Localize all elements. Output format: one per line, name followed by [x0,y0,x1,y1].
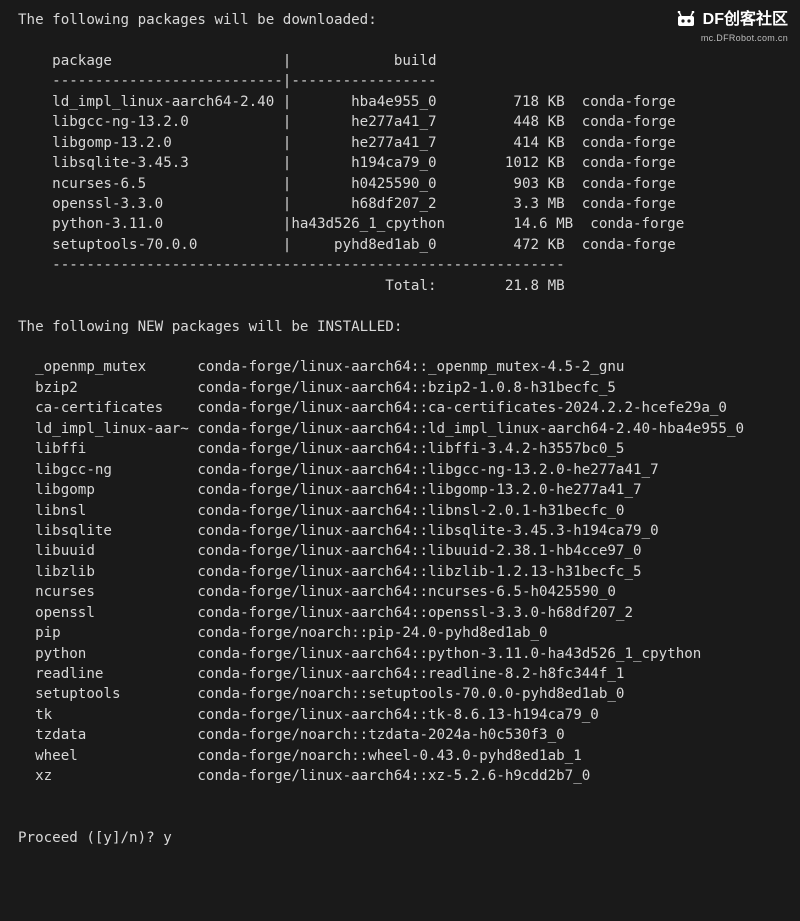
download-row: openssl-3.3.0 | h68df207_2 3.3 MB conda-… [18,194,800,214]
robot-icon [675,11,697,29]
table-header: package | build [18,51,800,71]
install-row: tk conda-forge/linux-aarch64::tk-8.6.13-… [18,705,800,725]
install-row: libgomp conda-forge/linux-aarch64::libgo… [18,480,800,500]
table-divider-top: ---------------------------|------------… [18,71,800,91]
install-row: libgcc-ng conda-forge/linux-aarch64::lib… [18,460,800,480]
install-row: libsqlite conda-forge/linux-aarch64::lib… [18,521,800,541]
install-row: xz conda-forge/linux-aarch64::xz-5.2.6-h… [18,766,800,786]
install-row: libzlib conda-forge/linux-aarch64::libzl… [18,562,800,582]
proceed-line: Proceed ([y]/n)? y [18,828,800,848]
download-row: ncurses-6.5 | h0425590_0 903 KB conda-fo… [18,174,800,194]
terminal-screen[interactable]: DF创客社区 mc.DFRobot.com.cn The following p… [0,0,800,921]
watermark-subtitle: mc.DFRobot.com.cn [675,32,788,45]
install-row: python conda-forge/linux-aarch64::python… [18,644,800,664]
install-row: setuptools conda-forge/noarch::setuptool… [18,684,800,704]
download-table: ld_impl_linux-aarch64-2.40 | hba4e955_0 … [18,92,800,256]
intro-install: The following NEW packages will be INSTA… [18,317,800,337]
install-row: libffi conda-forge/linux-aarch64::libffi… [18,439,800,459]
proceed-prompt: Proceed ([y]/n)? [18,830,163,846]
install-list: _openmp_mutex conda-forge/linux-aarch64:… [18,357,800,786]
install-row: libuuid conda-forge/linux-aarch64::libuu… [18,541,800,561]
install-row: pip conda-forge/noarch::pip-24.0-pyhd8ed… [18,623,800,643]
download-row: libgcc-ng-13.2.0 | he277a41_7 448 KB con… [18,112,800,132]
install-row: openssl conda-forge/linux-aarch64::opens… [18,603,800,623]
install-row: tzdata conda-forge/noarch::tzdata-2024a-… [18,725,800,745]
download-row: ld_impl_linux-aarch64-2.40 | hba4e955_0 … [18,92,800,112]
install-row: ncurses conda-forge/linux-aarch64::ncurs… [18,582,800,602]
download-row: python-3.11.0 |ha43d526_1_cpython 14.6 M… [18,214,800,234]
total-line: Total: 21.8 MB [18,276,800,296]
table-divider-bottom: ----------------------------------------… [18,255,800,275]
install-row: wheel conda-forge/noarch::wheel-0.43.0-p… [18,746,800,766]
install-row: bzip2 conda-forge/linux-aarch64::bzip2-1… [18,378,800,398]
install-row: readline conda-forge/linux-aarch64::read… [18,664,800,684]
download-row: setuptools-70.0.0 | pyhd8ed1ab_0 472 KB … [18,235,800,255]
download-row: libsqlite-3.45.3 | h194ca79_0 1012 KB co… [18,153,800,173]
install-row: libnsl conda-forge/linux-aarch64::libnsl… [18,501,800,521]
download-row: libgomp-13.2.0 | he277a41_7 414 KB conda… [18,133,800,153]
install-row: ld_impl_linux-aar~ conda-forge/linux-aar… [18,419,800,439]
watermark-title: DF创客社区 [703,8,788,31]
watermark: DF创客社区 mc.DFRobot.com.cn [675,8,788,45]
install-row: ca-certificates conda-forge/linux-aarch6… [18,398,800,418]
install-row: _openmp_mutex conda-forge/linux-aarch64:… [18,357,800,377]
proceed-response[interactable]: y [163,830,172,846]
